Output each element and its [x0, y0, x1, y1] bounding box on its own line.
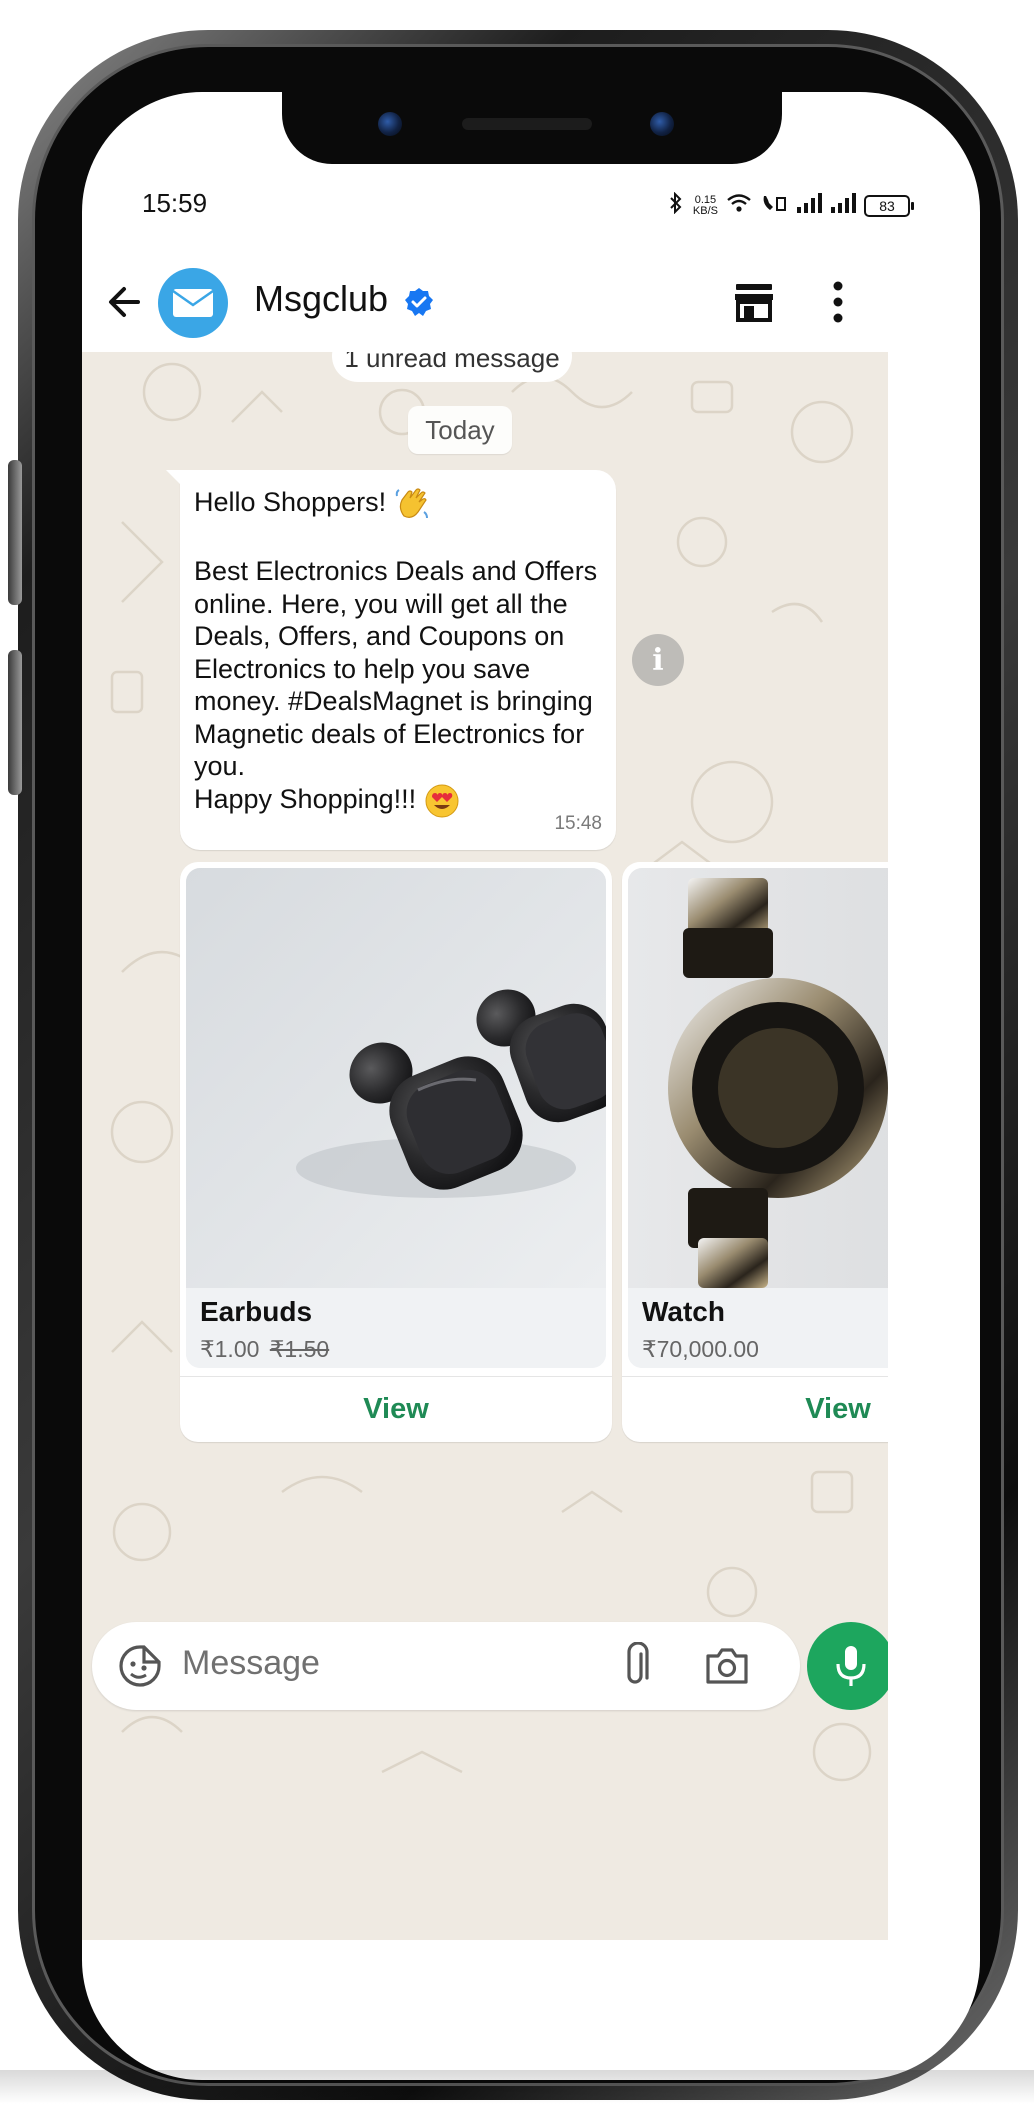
waving-hand-emoji-icon: [394, 486, 430, 522]
product-price: ₹70,000.00: [642, 1336, 888, 1363]
message-body: Best Electronics Deals and Offers online…: [194, 556, 598, 781]
more-vert-icon[interactable]: [832, 280, 844, 324]
mic-button[interactable]: [807, 1622, 888, 1710]
phone-shadow: [0, 2070, 1034, 2104]
message-closing: Happy Shopping!!!: [194, 783, 602, 819]
network-speed-unit: KB/S: [692, 205, 718, 217]
microphone-icon: [836, 1646, 866, 1686]
product-current-price: ₹1.00: [200, 1336, 260, 1362]
avatar[interactable]: [158, 268, 228, 338]
earpiece-speaker: [462, 118, 592, 130]
paperclip-attach-icon[interactable]: [620, 1641, 650, 1690]
product-original-price: ₹1.50: [269, 1336, 330, 1362]
product-title: Earbuds: [200, 1296, 313, 1327]
wifi-icon: [726, 192, 752, 220]
message-composer[interactable]: Message: [92, 1622, 800, 1710]
message-input[interactable]: Message: [182, 1644, 320, 1683]
product-meta-earbuds: Earbuds ₹1.00 ₹1.50: [186, 1288, 606, 1368]
product-image-earbuds: [186, 868, 606, 1288]
camera-icon[interactable]: [704, 1646, 750, 1686]
product-title: Watch: [642, 1296, 725, 1327]
front-camera-icon: [378, 112, 402, 136]
back-arrow-icon[interactable]: [104, 280, 148, 324]
status-bar: 15:59 0.15 KB/S 83: [82, 184, 980, 234]
bluetooth-icon: [667, 191, 685, 220]
product-card-earbuds[interactable]: Earbuds ₹1.00 ₹1.50 View: [180, 862, 612, 1442]
message-line-gap: [194, 522, 602, 555]
envelope-icon: [172, 289, 214, 317]
unread-messages-pill: 1 unread message: [332, 352, 572, 382]
view-product-button[interactable]: View: [180, 1376, 612, 1442]
product-card-watch[interactable]: Watch ₹70,000.00 View: [622, 862, 888, 1442]
view-product-button[interactable]: View: [622, 1376, 888, 1442]
contact-name[interactable]: Msgclub: [254, 278, 388, 320]
camera-notch: [282, 92, 782, 164]
product-card-top: Earbuds ₹1.00 ₹1.50: [186, 868, 606, 1368]
message-closing-text: Happy Shopping!!!: [194, 783, 417, 814]
product-meta-watch: Watch ₹70,000.00: [628, 1288, 888, 1368]
incoming-message-bubble[interactable]: Hello Shoppers! Best Electronics Deals a…: [166, 470, 616, 850]
product-card-top: Watch ₹70,000.00: [628, 868, 888, 1368]
date-divider: Today: [408, 406, 512, 454]
signal-strength-icon-2: [830, 193, 856, 219]
info-icon[interactable]: i: [632, 634, 684, 686]
verified-badge-icon: [404, 287, 434, 317]
status-icons: 0.15 KB/S 83: [667, 191, 914, 220]
volume-down-button: [8, 650, 22, 795]
signal-strength-icon-1: [796, 193, 822, 219]
heart-eyes-emoji-icon: [424, 783, 460, 819]
chat-area[interactable]: 1 unread message Today Hello Shoppers! B…: [82, 352, 888, 1940]
emoji-sticker-icon[interactable]: [118, 1644, 162, 1688]
network-speed: 0.15 KB/S: [693, 195, 718, 217]
battery-icon: 83: [864, 195, 914, 217]
volte-call-icon: [760, 192, 788, 220]
shop-icon[interactable]: [732, 282, 776, 322]
message-greeting-text: Hello Shoppers!: [194, 487, 387, 518]
volume-up-button: [8, 460, 22, 605]
product-price: ₹1.00 ₹1.50: [200, 1336, 592, 1363]
message-greeting: Hello Shoppers!: [194, 486, 602, 522]
message-timestamp: 15:48: [554, 812, 602, 834]
status-time: 15:59: [142, 188, 208, 218]
phone-screen: 15:59 0.15 KB/S 83 Msgclub 1 unread mess…: [82, 92, 980, 2080]
chat-header: Msgclub: [82, 252, 980, 352]
product-image-watch: [628, 868, 888, 1288]
sensor-icon: [650, 112, 674, 136]
product-current-price: ₹70,000.00: [642, 1336, 759, 1362]
